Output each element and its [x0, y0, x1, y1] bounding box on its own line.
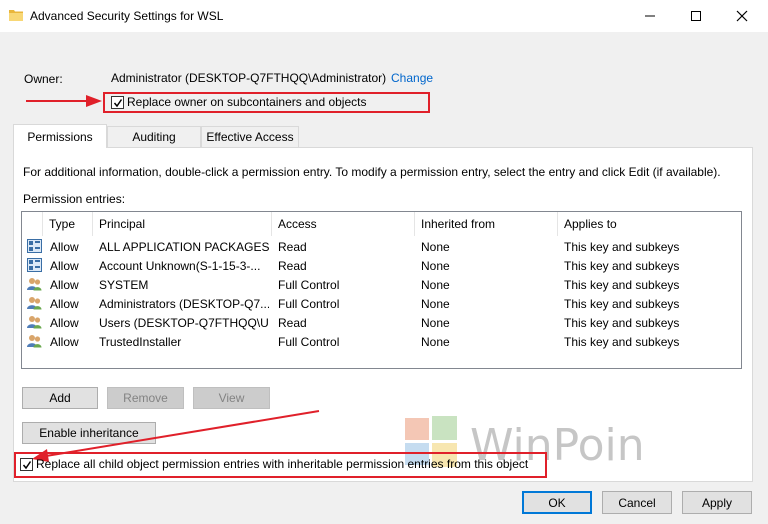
cell-type: Allow [50, 240, 79, 254]
cell-access: Full Control [278, 335, 340, 349]
column-header-applies-to[interactable]: Applies to [558, 212, 741, 236]
cell-type: Allow [50, 335, 79, 349]
replace-owner-label: Replace owner on subcontainers and objec… [127, 95, 367, 109]
minimize-button[interactable] [627, 0, 673, 32]
close-icon [736, 10, 748, 22]
owner-value: Administrator (DESKTOP-Q7FTHQQ\Administr… [111, 71, 387, 85]
cell-inherited-from: None [421, 297, 450, 311]
users-icon [27, 335, 42, 348]
table-row[interactable]: Allow ALL APPLICATION PACKAGES Read None… [22, 237, 741, 256]
cell-access: Read [278, 259, 307, 273]
cell-access: Read [278, 240, 307, 254]
cell-inherited-from: None [421, 335, 450, 349]
add-button[interactable]: Add [22, 387, 98, 409]
tab-label: Permissions [27, 129, 93, 144]
folder-icon [9, 10, 23, 21]
info-text: For additional information, double-click… [23, 165, 721, 179]
permission-entries-list[interactable]: Type Principal Access Inherited from App… [21, 211, 742, 369]
cell-inherited-from: None [421, 240, 450, 254]
table-row[interactable]: Allow SYSTEM Full Control None This key … [22, 275, 741, 294]
replace-child-permissions-label: Replace all child object permission entr… [36, 457, 529, 471]
close-button[interactable] [719, 0, 765, 32]
cell-type: Allow [50, 316, 79, 330]
cell-applies-to: This key and subkeys [564, 278, 680, 292]
cell-inherited-from: None [421, 259, 450, 273]
table-row[interactable]: Allow Users (DESKTOP-Q7FTHQQ\U... Read N… [22, 313, 741, 332]
tab-effective-access[interactable]: Effective Access [201, 126, 299, 147]
table-row[interactable]: Allow Administrators (DESKTOP-Q7... Full… [22, 294, 741, 313]
tab-label: Effective Access [206, 130, 294, 144]
minimize-icon [645, 15, 655, 17]
cancel-button[interactable]: Cancel [602, 491, 672, 514]
ok-button[interactable]: OK [522, 491, 592, 514]
cell-applies-to: This key and subkeys [564, 335, 680, 349]
package-group-icon [27, 239, 42, 253]
column-header-type[interactable]: Type [43, 212, 93, 236]
table-row[interactable]: Allow Account Unknown(S-1-15-3-... Read … [22, 256, 741, 275]
cell-principal: SYSTEM [99, 278, 149, 292]
change-owner-link[interactable]: Change [391, 71, 433, 85]
view-button[interactable]: View [193, 387, 270, 409]
owner-label: Owner: [24, 72, 63, 86]
cell-type: Allow [50, 259, 79, 273]
apply-button[interactable]: Apply [682, 491, 752, 514]
column-header-access[interactable]: Access [272, 212, 415, 236]
cell-principal: Account Unknown(S-1-15-3-... [99, 259, 261, 273]
cell-principal: TrustedInstaller [99, 335, 182, 349]
cell-access: Full Control [278, 278, 340, 292]
tab-label: Auditing [132, 130, 176, 144]
checkmark-icon [22, 460, 31, 469]
cell-principal: Users (DESKTOP-Q7FTHQQ\U... [99, 316, 269, 330]
remove-button[interactable]: Remove [107, 387, 184, 409]
checkmark-icon [113, 98, 122, 107]
column-header-inherited-from[interactable]: Inherited from [415, 212, 558, 236]
cell-applies-to: This key and subkeys [564, 240, 680, 254]
permission-entries-label: Permission entries: [23, 192, 126, 206]
cell-applies-to: This key and subkeys [564, 316, 680, 330]
column-header-principal[interactable]: Principal [93, 212, 272, 236]
replace-owner-checkbox[interactable] [111, 96, 124, 109]
column-header-icon [22, 212, 43, 236]
cell-access: Read [278, 316, 307, 330]
cell-access: Full Control [278, 297, 340, 311]
cell-principal: ALL APPLICATION PACKAGES [99, 240, 269, 254]
maximize-icon [691, 11, 701, 21]
users-icon [27, 316, 42, 329]
package-group-icon [27, 258, 42, 272]
maximize-button[interactable] [673, 0, 719, 32]
cell-type: Allow [50, 278, 79, 292]
table-row[interactable]: Allow TrustedInstaller Full Control None… [22, 332, 741, 351]
tab-auditing[interactable]: Auditing [107, 126, 201, 147]
cell-type: Allow [50, 297, 79, 311]
cell-applies-to: This key and subkeys [564, 259, 680, 273]
replace-child-permissions-checkbox[interactable] [20, 458, 33, 471]
tab-permissions[interactable]: Permissions [13, 124, 107, 148]
users-icon [27, 278, 42, 291]
title-bar[interactable]: Advanced Security Settings for WSL [0, 0, 768, 32]
cell-inherited-from: None [421, 316, 450, 330]
cell-principal: Administrators (DESKTOP-Q7... [99, 297, 269, 311]
cell-applies-to: This key and subkeys [564, 297, 680, 311]
window-title: Advanced Security Settings for WSL [30, 9, 224, 23]
users-icon [27, 297, 42, 310]
annotation-arrow-icon [26, 95, 102, 107]
cell-inherited-from: None [421, 278, 450, 292]
